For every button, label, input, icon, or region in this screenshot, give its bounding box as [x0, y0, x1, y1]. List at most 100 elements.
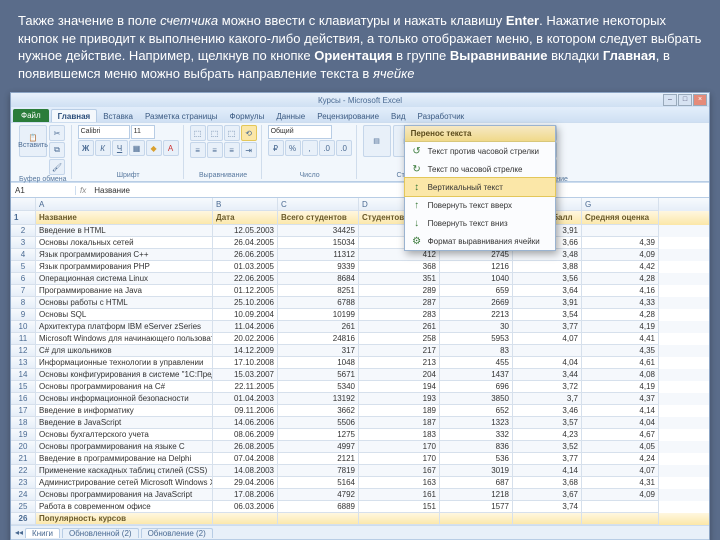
cond-format-button[interactable]: ▤: [363, 125, 391, 157]
fx-icon[interactable]: fx: [76, 186, 90, 195]
sheet-tabs: ◂◂ КнигиОбновленной (2)Обновление (2): [11, 525, 709, 539]
tab-2[interactable]: Разметка страницы: [139, 110, 224, 122]
table-row[interactable]: 4Язык программирования C++26.06.20051131…: [11, 249, 709, 261]
cut-icon[interactable]: ✂: [49, 125, 65, 141]
orient-icon: ↺: [411, 145, 423, 157]
column-header[interactable]: Средняя оценка: [582, 211, 659, 225]
align-left-icon[interactable]: ≡: [190, 142, 206, 158]
table-row[interactable]: 13Информационные технологии в управлении…: [11, 357, 709, 369]
orient-icon: ↑: [411, 199, 423, 211]
currency-icon[interactable]: ₽: [268, 140, 284, 156]
excel-window: Курсы - Microsoft Excel – □ × Файл Главн…: [10, 92, 710, 540]
table-row[interactable]: 16Основы информационной безопасности01.0…: [11, 393, 709, 405]
close-button[interactable]: ×: [693, 94, 707, 106]
column-header[interactable]: Название: [36, 211, 213, 225]
column-header[interactable]: Всего студентов: [278, 211, 359, 225]
table-row[interactable]: 2Введение в HTML12.05.200334425792127513…: [11, 225, 709, 237]
table-row[interactable]: 24Основы программирования на JavaScript1…: [11, 489, 709, 501]
summary-row[interactable]: 26Популярность курсов: [11, 513, 709, 525]
orientation-item-5[interactable]: ⚙Формат выравнивания ячейки: [405, 232, 555, 250]
align-right-icon[interactable]: ≡: [224, 142, 240, 158]
italic-icon[interactable]: К: [95, 140, 111, 156]
orientation-item-4[interactable]: ↓Повернуть текст вниз: [405, 214, 555, 232]
maximize-button[interactable]: □: [678, 94, 692, 106]
inc-decimal-icon[interactable]: .0: [319, 140, 335, 156]
sheet-nav-icon[interactable]: ◂◂: [15, 528, 23, 537]
column-letter[interactable]: [11, 198, 36, 211]
column-letter[interactable]: C: [278, 198, 359, 211]
tab-3[interactable]: Формулы: [224, 110, 271, 122]
table-row[interactable]: 7Программирование на Java01.12.200582512…: [11, 285, 709, 297]
fill-color-icon[interactable]: ◆: [146, 140, 162, 156]
tab-file[interactable]: Файл: [13, 109, 49, 122]
orientation-menu: Перенос текста ↺Текст против часовой стр…: [404, 125, 556, 251]
orientation-item-1[interactable]: ↻Текст по часовой стрелке: [405, 160, 555, 178]
align-bot-icon[interactable]: ⬚: [224, 125, 240, 141]
tab-1[interactable]: Вставка: [97, 110, 139, 122]
border-icon[interactable]: ▦: [129, 140, 145, 156]
table-row[interactable]: 15Основы программирования на C#22.11.200…: [11, 381, 709, 393]
orientation-button[interactable]: ⟲: [241, 125, 257, 141]
number-format-select[interactable]: Общий: [268, 125, 332, 139]
minimize-button[interactable]: –: [663, 94, 677, 106]
ribbon: 📋Вставить ✂ ⧉ 🖌 Буфер обмена Calibri 11 …: [11, 122, 709, 182]
sheet-tab[interactable]: Книги: [25, 528, 60, 538]
table-row[interactable]: 10Архитектура платформ IBM eServer zSeri…: [11, 321, 709, 333]
align-mid-icon[interactable]: ⬚: [207, 125, 223, 141]
table-row[interactable]: 25Работа в современном офисе06.03.200668…: [11, 501, 709, 513]
tab-0[interactable]: Главная: [51, 109, 98, 122]
sheet-tab[interactable]: Обновление (2): [141, 528, 213, 538]
dec-decimal-icon[interactable]: .0: [336, 140, 352, 156]
table-row[interactable]: 12C# для школьников14.12.2009317217834,3…: [11, 345, 709, 357]
align-top-icon[interactable]: ⬚: [190, 125, 206, 141]
orient-icon: ⚙: [411, 235, 423, 247]
orientation-item-0[interactable]: ↺Текст против часовой стрелки: [405, 142, 555, 160]
group-number: Общий ₽ % , .0 .0 Число: [264, 125, 357, 179]
table-row[interactable]: 18Введение в JavaScript14.06.20065506187…: [11, 417, 709, 429]
table-row[interactable]: 9Основы SQL10.09.20041019928322133,544,2…: [11, 309, 709, 321]
font-color-icon[interactable]: A: [163, 140, 179, 156]
titlebar: Курсы - Microsoft Excel – □ ×: [11, 93, 709, 107]
table-row[interactable]: 19Основы бухгалтерского учета08.06.20091…: [11, 429, 709, 441]
align-center-icon[interactable]: ≡: [207, 142, 223, 158]
group-font: Calibri 11 Ж К Ч ▦ ◆ A Шрифт: [74, 125, 184, 179]
name-box[interactable]: A1: [11, 186, 76, 195]
tab-5[interactable]: Рецензирование: [311, 110, 385, 122]
paste-button[interactable]: 📋Вставить: [19, 125, 47, 157]
tab-7[interactable]: Разработчик: [412, 110, 471, 122]
table-row[interactable]: 3Основы локальных сетей26.04.20051503443…: [11, 237, 709, 249]
table-row[interactable]: 6Операционная система Linux22.06.2005868…: [11, 273, 709, 285]
percent-icon[interactable]: %: [285, 140, 301, 156]
table-row[interactable]: 11Microsoft Windows для начинающего поль…: [11, 333, 709, 345]
column-letter[interactable]: B: [213, 198, 278, 211]
column-header[interactable]: Дата: [213, 211, 278, 225]
spreadsheet-grid[interactable]: ABCDEFG 1НазваниеДатаВсего студентовСтуд…: [11, 198, 709, 525]
row-header[interactable]: 1: [11, 211, 36, 225]
formula-input[interactable]: Название: [90, 186, 130, 195]
font-size-select[interactable]: 11: [131, 125, 155, 139]
column-letter[interactable]: G: [582, 198, 659, 211]
table-row[interactable]: 5Язык программирования PHP01.03.20059339…: [11, 261, 709, 273]
bold-icon[interactable]: Ж: [78, 140, 94, 156]
table-row[interactable]: 14Основы конфигурирования в системе "1С:…: [11, 369, 709, 381]
group-clipboard: 📋Вставить ✂ ⧉ 🖌 Буфер обмена: [15, 125, 72, 179]
underline-icon[interactable]: Ч: [112, 140, 128, 156]
comma-icon[interactable]: ,: [302, 140, 318, 156]
table-row[interactable]: 17Введение в информатику09.11.2006366218…: [11, 405, 709, 417]
indent-icon[interactable]: ⇥: [241, 142, 257, 158]
sheet-tab[interactable]: Обновленной (2): [62, 528, 139, 538]
font-name-select[interactable]: Calibri: [78, 125, 130, 139]
orientation-item-3[interactable]: ↑Повернуть текст вверх: [405, 196, 555, 214]
tab-4[interactable]: Данные: [270, 110, 311, 122]
table-row[interactable]: 20Основы программирования на языке C26.0…: [11, 441, 709, 453]
tab-6[interactable]: Вид: [385, 110, 411, 122]
table-row[interactable]: 8Основы работы с HTML25.10.2006678828726…: [11, 297, 709, 309]
instruction-text: Также значение в поле счетчика можно вве…: [0, 0, 720, 90]
table-row[interactable]: 22Применение каскадных таблиц стилей (CS…: [11, 465, 709, 477]
column-letter[interactable]: A: [36, 198, 213, 211]
format-painter-icon[interactable]: 🖌: [49, 159, 65, 175]
orientation-item-2[interactable]: ↕Вертикальный текст: [404, 177, 556, 197]
table-row[interactable]: 21Введение в программирование на Delphi0…: [11, 453, 709, 465]
table-row[interactable]: 23Администрирование сетей Microsoft Wind…: [11, 477, 709, 489]
copy-icon[interactable]: ⧉: [49, 142, 65, 158]
